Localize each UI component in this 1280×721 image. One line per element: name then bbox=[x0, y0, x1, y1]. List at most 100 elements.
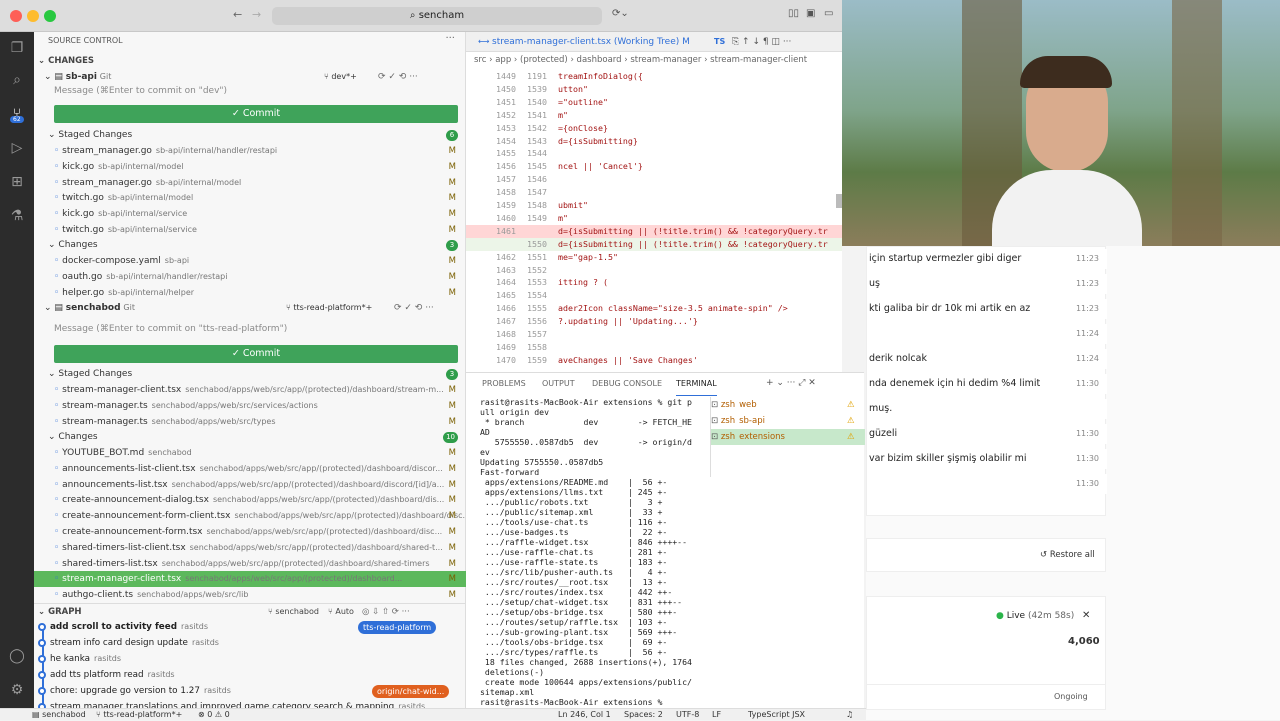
file-row[interactable]: ◦ stream-manager-client.tsx senchabod/app… bbox=[34, 571, 466, 588]
changes-header[interactable]: ⌄ CHANGES bbox=[34, 53, 466, 69]
file-row[interactable]: ◦ twitch.go sb-api/internal/model M bbox=[34, 190, 466, 206]
code-line[interactable]: 1457 1546 bbox=[466, 173, 842, 186]
editor-toolbar-icons[interactable]: ⎘ ↑ ↓ ¶ ◫ ··· bbox=[732, 32, 791, 52]
code-line[interactable]: 1451 1540 ="outline" bbox=[466, 96, 842, 109]
code-line[interactable]: 1466 1555 ader2Icon className="size-3.5 an… bbox=[466, 302, 842, 315]
file-row[interactable]: ◦ stream-manager.ts senchabod/apps/web/sr… bbox=[34, 398, 466, 414]
code-line[interactable]: 1452 1541 m" bbox=[466, 109, 842, 122]
code-line[interactable]: 1462 1551 me="gap-1.5" bbox=[466, 251, 842, 264]
maximize-window-button[interactable] bbox=[44, 10, 56, 22]
layout-icon[interactable]: ▯▯ bbox=[788, 8, 799, 19]
code-line[interactable]: 1468 1557 bbox=[466, 328, 842, 341]
code-line[interactable]: 1450 1539 utton" bbox=[466, 83, 842, 96]
terminal-instance[interactable]: ⊡ zsh sb-api ⚠ bbox=[711, 413, 865, 429]
copilot-icon[interactable]: ⟳⌄ bbox=[612, 8, 629, 19]
file-row[interactable]: ◦ oauth.go sb-api/internal/handler/restap… bbox=[34, 269, 466, 285]
code-line[interactable]: 1470 1559 aveChanges || 'Save Changes' bbox=[466, 354, 842, 367]
code-line[interactable]: 1463 1552 bbox=[466, 264, 842, 277]
code-line[interactable]: 1460 1549 m" bbox=[466, 212, 842, 225]
file-row[interactable]: ◦ create-announcement-dialog.tsx senchabo… bbox=[34, 492, 466, 508]
code-line[interactable]: 1454 1543 d={isSubmitting} bbox=[466, 135, 842, 148]
code-line[interactable]: 1456 1545 ncel || 'Cancel'} bbox=[466, 160, 842, 173]
terminal-instance[interactable]: ⊡ zsh web ⚠ bbox=[711, 397, 865, 413]
repo-actions-icons[interactable]: ⟳ ✓ ⟲ ··· bbox=[394, 300, 434, 316]
commit-button[interactable]: ✓ Commit bbox=[54, 105, 458, 123]
status-language[interactable]: TypeScript JSX bbox=[748, 709, 805, 721]
file-row[interactable]: ◦ shared-timers-list.tsx senchabod/apps/w… bbox=[34, 556, 466, 572]
staged-changes-header[interactable]: ⌄ Staged Changes 3 bbox=[34, 366, 466, 382]
testing-icon[interactable]: ⚗ bbox=[7, 206, 27, 226]
file-row[interactable]: ◦ shared-timers-list-client.tsx senchabod… bbox=[34, 540, 466, 556]
file-row[interactable]: ◦ stream-manager-client.tsx senchabod/app… bbox=[34, 382, 466, 398]
code-line[interactable]: 1449 1191 treamInfoDialog({ bbox=[466, 70, 842, 83]
staged-changes-header[interactable]: ⌄ Staged Changes 6 bbox=[34, 127, 466, 143]
more-actions-icon[interactable]: ··· bbox=[445, 33, 455, 44]
graph-actions-icons[interactable]: ◎ ⇩ ⇧ ⟳ ··· bbox=[362, 604, 410, 619]
editor-tab[interactable]: stream-manager-client.tsx (Working Tree)… bbox=[492, 32, 690, 52]
panel-actions-icons[interactable]: + ⌄ ··· ⤢ ✕ bbox=[766, 378, 816, 388]
run-debug-icon[interactable]: ▷ bbox=[7, 138, 27, 158]
file-row[interactable]: ◦ helper.go sb-api/internal/helper M bbox=[34, 285, 466, 301]
account-icon[interactable]: ◯ bbox=[7, 646, 27, 666]
file-row[interactable]: ◦ twitch.go sb-api/internal/service M bbox=[34, 222, 466, 238]
sidebar-toggle-icon[interactable]: ▭ bbox=[824, 8, 833, 19]
status-spaces[interactable]: Spaces: 2 bbox=[624, 709, 663, 721]
file-row[interactable]: ◦ create-announcement-form-client.tsx sen… bbox=[34, 508, 466, 524]
commit-message-input[interactable]: Message (⌘Enter to commit on "dev") bbox=[54, 82, 458, 100]
graph-commit[interactable]: he kanka rasitds bbox=[50, 651, 121, 667]
file-row[interactable]: ◦ stream_manager.go sb-api/internal/handl… bbox=[34, 143, 466, 159]
graph-commit[interactable]: chore: upgrade go version to 1.27 rasitds bbox=[50, 683, 231, 699]
terminal-output[interactable]: rasit@rasits-MacBook-Air extensions % gi… bbox=[480, 397, 708, 709]
branch-tag[interactable]: origin/chat-wid... bbox=[372, 684, 450, 698]
changes-group-header[interactable]: ⌄ Changes 3 bbox=[34, 237, 466, 253]
branch-indicator[interactable]: ⑂ tts-read-platform*+ bbox=[286, 300, 372, 316]
code-line[interactable]: 1459 1548 ubmit" bbox=[466, 199, 842, 212]
status-branch[interactable]: ⑂ tts-read-platform*+ bbox=[96, 709, 182, 721]
graph-branch[interactable]: ⑂ senchabod bbox=[268, 604, 319, 619]
branch-tag[interactable]: tts-read-platform bbox=[358, 620, 437, 634]
file-row[interactable]: ◦ announcements-list.tsx senchabod/apps/w… bbox=[34, 477, 466, 493]
file-row[interactable]: ◦ create-announcement-form.tsx senchabod/… bbox=[34, 524, 466, 540]
code-line[interactable]: 1455 1544 bbox=[466, 147, 842, 160]
back-arrow-icon[interactable]: ← bbox=[233, 8, 242, 21]
settings-gear-icon[interactable]: ⚙ bbox=[7, 680, 27, 700]
explorer-icon[interactable]: ❐ bbox=[7, 38, 27, 58]
status-encoding[interactable]: UTF-8 bbox=[676, 709, 699, 721]
graph-commit[interactable]: add scroll to activity feed rasitds bbox=[50, 619, 208, 635]
commit-button[interactable]: ✓ Commit bbox=[54, 345, 458, 363]
status-position[interactable]: Ln 246, Col 1 bbox=[558, 709, 611, 721]
file-row[interactable]: ◦ kick.go sb-api/internal/model M bbox=[34, 159, 466, 175]
restore-all-button[interactable]: ↺ Restore all bbox=[1040, 550, 1095, 560]
graph-commit[interactable]: add tts platform read rasitds bbox=[50, 667, 175, 683]
panel-toggle-icon[interactable]: ▣ bbox=[806, 8, 815, 19]
file-row[interactable]: ◦ authgo-client.ts senchabod/apps/web/src… bbox=[34, 587, 466, 603]
second-tab[interactable]: TS bbox=[714, 32, 725, 52]
code-line[interactable]: 1469 1558 bbox=[466, 341, 842, 354]
code-area[interactable]: 1449 1191 treamInfoDialog({1450 1539 utton" 1… bbox=[466, 70, 842, 370]
code-line[interactable]: 1550 d={isSubmitting || (!title.trim() &&… bbox=[466, 237, 842, 251]
file-row[interactable]: ◦ YOUTUBE_BOT.md senchabod M bbox=[34, 445, 466, 461]
panel-tab[interactable]: PROBLEMS bbox=[482, 373, 526, 395]
close-window-button[interactable] bbox=[10, 10, 22, 22]
graph-commit[interactable]: stream info card design update rasitds bbox=[50, 635, 219, 651]
command-search-input[interactable]: ⌕ sencham bbox=[272, 7, 602, 25]
file-row[interactable]: ◦ kick.go sb-api/internal/service M bbox=[34, 206, 466, 222]
file-row[interactable]: ◦ announcements-list-client.tsx senchabod… bbox=[34, 461, 466, 477]
repo-senchabod-header[interactable]: ⌄ ▤ senchabod Git ⑂ tts-read-platform*+ … bbox=[34, 300, 466, 316]
status-problems[interactable]: ⊗ 0 ⚠ 0 bbox=[198, 709, 230, 721]
close-icon[interactable]: ✕ bbox=[1082, 610, 1090, 621]
minimize-window-button[interactable] bbox=[27, 10, 39, 22]
file-row[interactable]: ◦ stream_manager.go sb-api/internal/model… bbox=[34, 175, 466, 191]
code-line[interactable]: 1467 1556 ?.updating || 'Updating...'} bbox=[466, 315, 842, 328]
code-line[interactable]: 1461 d={isSubmitting || (!title.trim() &&… bbox=[466, 224, 842, 238]
code-line[interactable]: 1465 1554 bbox=[466, 289, 842, 302]
graph-header[interactable]: ⌄ GRAPH ⑂ senchabod ⑂ Auto ◎ ⇩ ⇧ ⟳ ··· bbox=[34, 603, 466, 619]
search-icon[interactable]: ⌕ bbox=[7, 70, 27, 90]
file-row[interactable]: ◦ stream-manager.ts senchabod/apps/web/sr… bbox=[34, 414, 466, 430]
panel-tab[interactable]: OUTPUT bbox=[542, 373, 575, 395]
changes-group-header[interactable]: ⌄ Changes 10 bbox=[34, 429, 466, 445]
panel-tab[interactable]: DEBUG CONSOLE bbox=[592, 373, 662, 395]
extensions-icon[interactable]: ⊞ bbox=[7, 172, 27, 192]
status-repo[interactable]: ▤ senchabod bbox=[32, 709, 86, 721]
notifications-bell-icon[interactable]: ♫ bbox=[846, 709, 853, 721]
